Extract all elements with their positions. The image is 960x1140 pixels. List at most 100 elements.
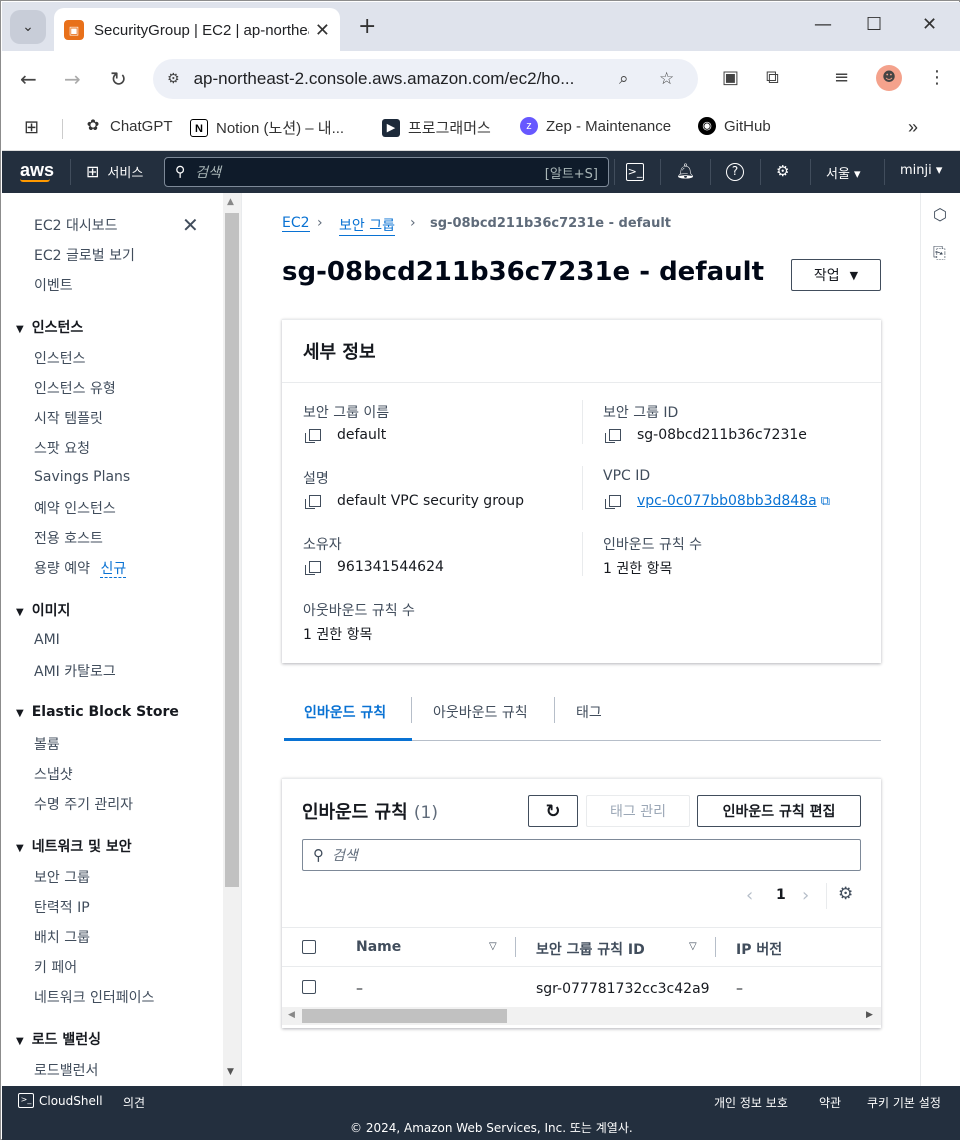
column-ip-version[interactable]: IP 버전 bbox=[736, 939, 782, 959]
sidebar-item-reserved-instances[interactable]: 예약 인스턴스 bbox=[34, 498, 116, 518]
browser-tab[interactable]: ▣ SecurityGroup | EC2 | ap-northeast-2 ✕ bbox=[54, 8, 340, 52]
sidebar-item-global-view[interactable]: EC2 글로벌 보기 bbox=[34, 245, 135, 265]
scroll-left-icon[interactable]: ◀ bbox=[288, 1010, 295, 1020]
breadcrumb-ec2[interactable]: EC2 bbox=[282, 215, 310, 232]
terms-link[interactable]: 약관 bbox=[819, 1094, 841, 1111]
actions-button[interactable]: 작업 ▼ bbox=[791, 259, 881, 291]
privacy-link[interactable]: 개인 정보 보호 bbox=[714, 1094, 788, 1111]
sidebar-item-security-groups[interactable]: 보안 그룹 bbox=[34, 867, 90, 887]
sidebar-section-images[interactable]: ▼ 이미지 bbox=[16, 600, 70, 620]
services-menu[interactable]: ⊞ 서비스 bbox=[86, 162, 143, 181]
external-link-icon[interactable]: ⧉ bbox=[821, 494, 830, 509]
manage-tags-button[interactable]: 태그 관리 bbox=[586, 795, 690, 827]
sidebar-scrollbar[interactable]: ▲ ▼ bbox=[223, 193, 241, 1086]
sidebar-item-volumes[interactable]: 볼륨 bbox=[34, 734, 60, 754]
table-horizontal-scrollbar[interactable]: ◀ ▶ bbox=[282, 1007, 881, 1025]
sidebar-item-savings-plans[interactable]: Savings Plans bbox=[34, 469, 130, 485]
table-scroll-thumb[interactable] bbox=[302, 1009, 507, 1023]
aws-logo[interactable]: aws bbox=[20, 160, 54, 181]
help-icon[interactable]: ? bbox=[726, 163, 744, 181]
tab-tags[interactable]: 태그 bbox=[576, 702, 602, 722]
sidebar-item-ami[interactable]: AMI bbox=[34, 632, 60, 648]
close-sidebar-icon[interactable]: ✕ bbox=[182, 213, 199, 237]
bookmark-zep[interactable]: z Zep - Maintenance bbox=[520, 117, 671, 135]
sidebar-section-ebs[interactable]: ▼ Elastic Block Store bbox=[16, 704, 179, 720]
extension-icon[interactable]: ▣ bbox=[722, 67, 739, 88]
column-divider[interactable] bbox=[515, 937, 516, 957]
more-bookmarks-icon[interactable]: » bbox=[908, 117, 918, 138]
select-all-checkbox[interactable] bbox=[302, 940, 316, 954]
sidebar-item-elastic-ip[interactable]: 탄력적 IP bbox=[34, 897, 90, 917]
column-divider[interactable] bbox=[715, 937, 716, 957]
row-checkbox[interactable] bbox=[302, 980, 316, 994]
sidebar-section-load-balancing[interactable]: ▼ 로드 밸런싱 bbox=[16, 1029, 101, 1049]
prev-page-icon[interactable]: ‹ bbox=[746, 885, 753, 906]
sidebar-section-network-security[interactable]: ▼ 네트워크 및 보안 bbox=[16, 836, 132, 856]
column-rule-id[interactable]: 보안 그룹 규칙 ID bbox=[536, 939, 645, 959]
info-panel-icon[interactable]: ⬡ bbox=[933, 205, 947, 224]
back-icon[interactable]: ← bbox=[20, 67, 37, 91]
refresh-button[interactable]: ↻ bbox=[528, 795, 578, 827]
tab-outbound-rules[interactable]: 아웃바운드 규칙 bbox=[433, 702, 528, 722]
scroll-right-icon[interactable]: ▶ bbox=[866, 1010, 873, 1020]
zoom-icon[interactable]: ⌕ bbox=[619, 69, 629, 89]
sidebar-item-network-interfaces[interactable]: 네트워크 인터페이스 bbox=[34, 987, 154, 1007]
sidebar-item-launch-templates[interactable]: 시작 템플릿 bbox=[34, 408, 103, 428]
bookmark-github[interactable]: ◉ GitHub bbox=[698, 117, 771, 135]
bookmark-chatgpt[interactable]: ✿ ChatGPT bbox=[84, 117, 173, 135]
sort-icon[interactable]: ▽ bbox=[489, 941, 497, 952]
cookie-preferences-link[interactable]: 쿠키 기본 설정 bbox=[867, 1094, 941, 1111]
forward-icon[interactable]: → bbox=[64, 67, 81, 91]
bookmark-notion[interactable]: N Notion (노션) – 내... bbox=[190, 117, 344, 138]
sidebar-item-ami-catalog[interactable]: AMI 카탈로그 bbox=[34, 661, 116, 681]
sidebar-item-lifecycle-manager[interactable]: 수명 주기 관리자 bbox=[34, 794, 133, 814]
sidebar-item-instances[interactable]: 인스턴스 bbox=[34, 348, 86, 368]
settings-gear-icon[interactable]: ⚙ bbox=[776, 162, 789, 180]
new-tab-button[interactable]: + bbox=[358, 14, 376, 39]
media-icon[interactable]: ≡ bbox=[834, 67, 849, 88]
edit-inbound-rules-button[interactable]: 인바운드 규칙 편집 bbox=[697, 795, 861, 827]
region-selector[interactable]: 서울 ▾ bbox=[826, 163, 861, 182]
sidebar-item-placement-groups[interactable]: 배치 그룹 bbox=[34, 927, 90, 947]
minimize-icon[interactable]: — bbox=[814, 14, 832, 35]
sidebar-scroll-thumb[interactable] bbox=[225, 213, 239, 887]
sidebar-item-capacity-reservations[interactable]: 용량 예약 신규 bbox=[34, 558, 127, 578]
aws-search-input[interactable]: ⚲ 검색 [알트+S] bbox=[164, 157, 609, 187]
rules-search-input[interactable]: ⚲ 검색 bbox=[302, 839, 861, 871]
cloudshell-link[interactable]: >_ CloudShell bbox=[18, 1093, 103, 1108]
tab-inbound-rules[interactable]: 인바운드 규칙 bbox=[304, 702, 386, 722]
apps-icon[interactable]: ⊞ bbox=[24, 117, 39, 138]
bookmark-programmers[interactable]: ▶ 프로그래머스 bbox=[382, 117, 491, 138]
puzzle-icon[interactable]: ⧉ bbox=[766, 67, 779, 88]
scroll-up-icon[interactable]: ▲ bbox=[227, 197, 234, 207]
sidebar-item-events[interactable]: 이벤트 bbox=[34, 275, 73, 295]
preferences-gear-icon[interactable]: ⚙ bbox=[838, 884, 853, 904]
feedback-link[interactable]: 의견 bbox=[123, 1094, 145, 1111]
sidebar-item-dashboard[interactable]: EC2 대시보드 bbox=[34, 215, 118, 235]
address-bar[interactable]: ⚙ ap-northeast-2.console.aws.amazon.com/… bbox=[153, 59, 698, 99]
breadcrumb-security-groups[interactable]: 보안 그룹 bbox=[339, 215, 395, 236]
profile-avatar[interactable]: ☻ bbox=[876, 65, 902, 91]
copy-icon[interactable] bbox=[305, 429, 321, 443]
sort-icon[interactable]: ▽ bbox=[689, 941, 697, 952]
copy-icon[interactable] bbox=[305, 495, 321, 509]
copy-icon[interactable] bbox=[605, 495, 621, 509]
sidebar-item-spot-requests[interactable]: 스팟 요청 bbox=[34, 438, 90, 458]
next-page-icon[interactable]: › bbox=[802, 885, 809, 906]
bell-icon[interactable]: 🔔︎ bbox=[676, 162, 695, 180]
column-name[interactable]: Name bbox=[356, 939, 401, 955]
user-menu[interactable]: minji ▾ bbox=[900, 163, 942, 178]
vpc-id-link[interactable]: vpc-0c077bb08bb3d848a bbox=[637, 493, 817, 509]
sidebar-section-instances[interactable]: ▼ 인스턴스 bbox=[16, 317, 83, 337]
table-row[interactable]: – sgr-077781732cc3c42a9 – bbox=[282, 967, 881, 1007]
site-info-icon[interactable]: ⚙ bbox=[167, 71, 180, 87]
copy-icon[interactable] bbox=[605, 429, 621, 443]
sidebar-item-snapshots[interactable]: 스냅샷 bbox=[34, 764, 73, 784]
sidebar-item-instance-types[interactable]: 인스턴스 유형 bbox=[34, 378, 116, 398]
scroll-down-icon[interactable]: ▼ bbox=[227, 1067, 234, 1077]
bookmark-star-icon[interactable]: ☆ bbox=[659, 69, 674, 89]
cloudshell-icon[interactable]: >_ bbox=[626, 163, 644, 181]
tab-search-button[interactable]: ⌄ bbox=[10, 10, 46, 44]
maximize-icon[interactable]: ☐ bbox=[866, 14, 882, 35]
sidebar-item-dedicated-hosts[interactable]: 전용 호스트 bbox=[34, 528, 103, 548]
